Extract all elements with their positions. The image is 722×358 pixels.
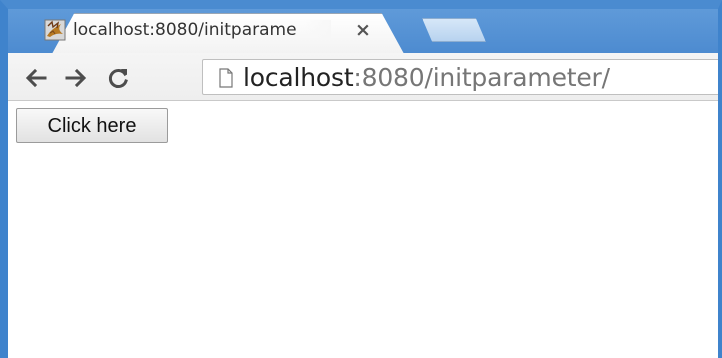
- tomcat-icon: [44, 19, 66, 41]
- new-tab-button[interactable]: [422, 18, 486, 42]
- reload-icon: [104, 64, 132, 92]
- forward-arrow-icon: [62, 64, 90, 92]
- back-button[interactable]: [22, 64, 50, 92]
- url-host: localhost: [243, 63, 354, 92]
- url-path: :8080/initparameter/: [353, 63, 610, 92]
- browser-toolbar: localhost:8080/initparameter/: [8, 53, 718, 101]
- tab-strip: localhost:8080/initparame ×: [8, 9, 718, 55]
- tab-title: localhost:8080/initparame: [73, 20, 331, 40]
- page-icon: [218, 68, 234, 88]
- close-icon: ×: [355, 19, 371, 41]
- close-tab-button[interactable]: ×: [351, 18, 375, 42]
- address-url[interactable]: localhost:8080/initparameter/: [243, 64, 610, 92]
- browser-window: localhost:8080/initparame × localhost:80…: [0, 0, 722, 358]
- back-arrow-icon: [22, 64, 50, 92]
- reload-button[interactable]: [104, 64, 132, 92]
- click-here-button[interactable]: Click here: [16, 108, 168, 143]
- web-page: Click here: [8, 101, 718, 358]
- forward-button[interactable]: [62, 64, 90, 92]
- active-tab-content[interactable]: localhost:8080/initparame: [44, 18, 344, 42]
- address-bar[interactable]: localhost:8080/initparameter/: [202, 59, 718, 95]
